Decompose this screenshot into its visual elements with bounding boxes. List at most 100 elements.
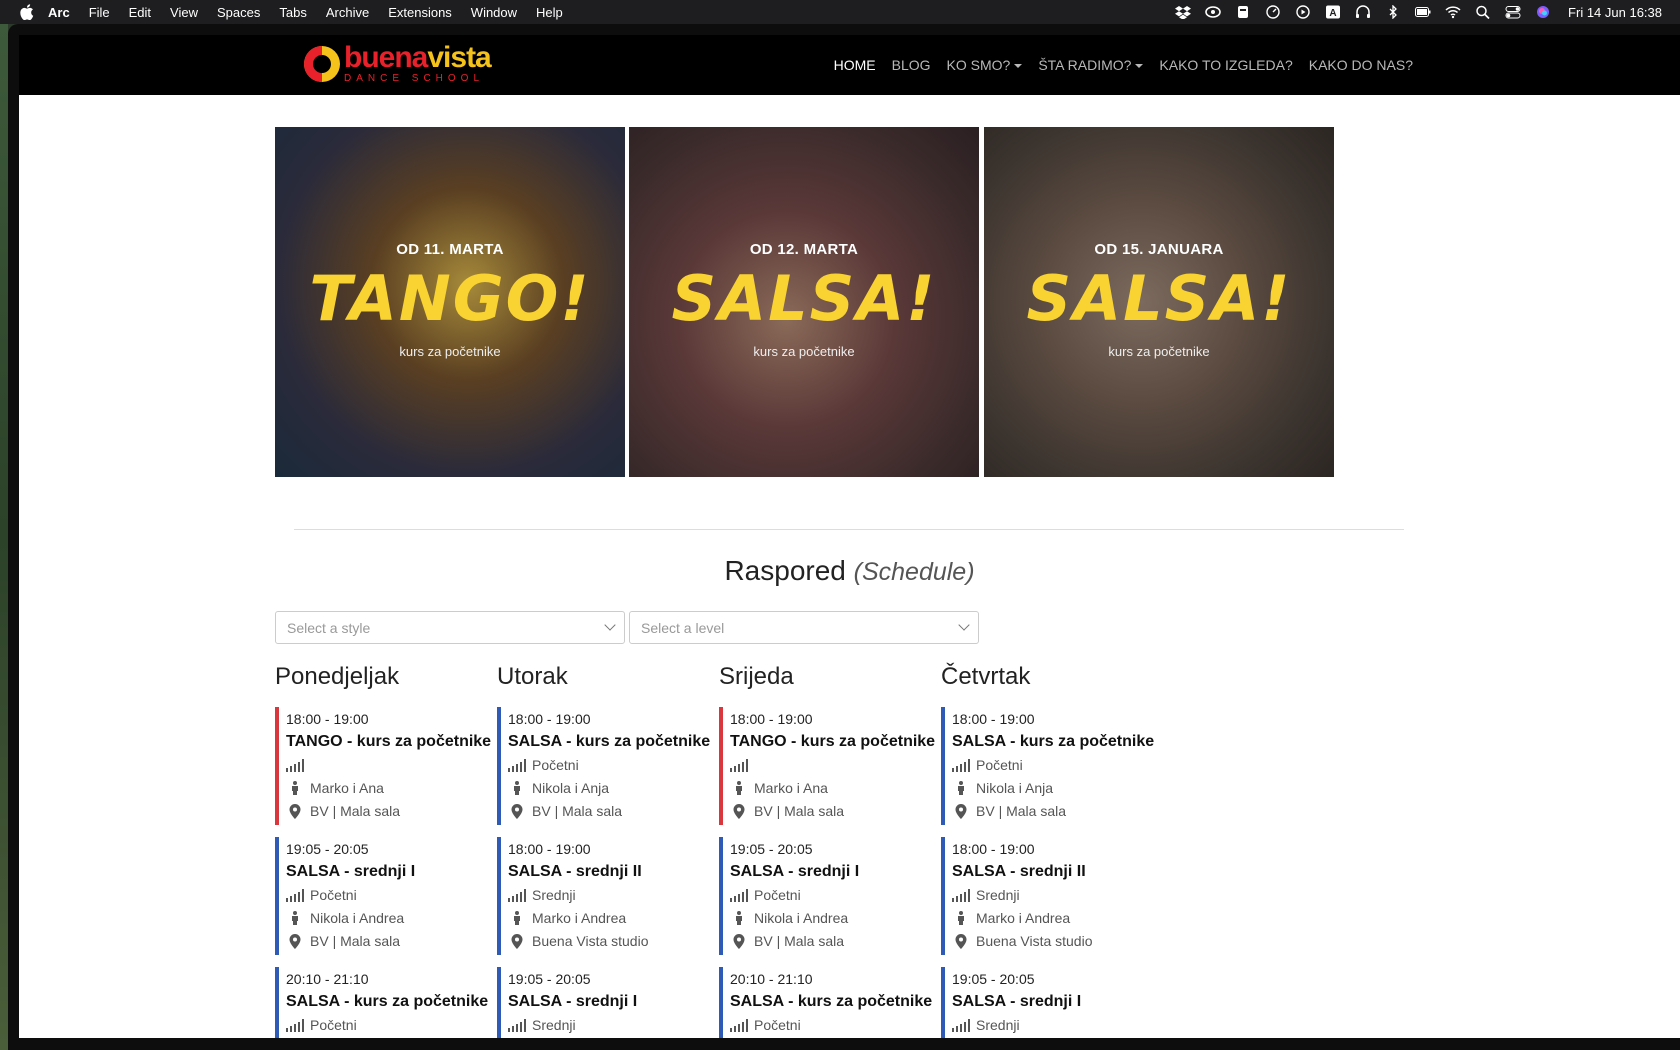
slot-level: Početni [730,886,944,904]
class-slot[interactable]: 19:05 - 20:05 SALSA - srednji I Početni Nik… [275,837,500,955]
slot-location: BV | Mala sala [730,932,944,950]
slot-teachers-text: Nikola i Andrea [310,910,405,926]
slot-name: SALSA - srednji I [952,993,1082,1010]
class-slot[interactable]: 18:00 - 19:00 TANGO - kurs za početnike Ma… [275,707,500,825]
nav-link-blog[interactable]: BLOG [892,57,931,73]
slot-teachers-text: Marko i Ana [754,780,828,796]
bluetooth-icon[interactable] [1378,0,1408,24]
site-logo[interactable]: buenavista DANCE SCHOOL [304,43,492,84]
slot-time: 19:05 - 20:05 [952,971,1035,987]
slot-name: SALSA - srednji I [286,863,416,880]
menu-item-help[interactable]: Help [536,5,563,20]
class-slot[interactable]: 18:00 - 19:00 SALSA - kurs za početnike Po… [941,707,1166,825]
slot-location-text: BV | Mala sala [310,803,401,819]
person-icon [952,780,970,796]
menu-item-extensions[interactable]: Extensions [388,5,452,20]
slot-level-text: Početni [310,1017,357,1033]
app-icon[interactable] [1228,0,1258,24]
menu-item-archive[interactable]: Archive [326,5,369,20]
menu-item-tabs[interactable]: Tabs [279,5,306,20]
control-center-icon[interactable] [1498,0,1528,24]
nav-link-ko-smo[interactable]: KO SMO? [947,57,1023,73]
style-select[interactable]: Select a style [275,611,625,644]
class-slot[interactable]: 19:05 - 20:05 SALSA - srednji I Srednji [941,967,1166,1038]
slot-time: 20:10 - 21:10 [730,971,813,987]
wifi-icon[interactable] [1438,0,1468,24]
person-icon [508,780,526,796]
banner-date: OD 15. JANUARA [1094,241,1224,258]
slot-level [730,756,944,774]
level-bars-icon [286,887,304,903]
siri-icon[interactable] [1528,0,1558,24]
course-banner[interactable]: OD 11. MARTA TANGO! kurs za početnike [275,127,625,477]
slot-location-text: BV | Mala sala [754,933,845,949]
banner-subtitle: kurs za početnike [399,344,501,359]
menu-app-name[interactable]: Arc [48,5,70,20]
class-slot[interactable]: 19:05 - 20:05 SALSA - srednji I Početni Nik… [719,837,944,955]
slot-location-text: BV | Mala sala [754,803,845,819]
nav-link-home[interactable]: HOME [834,57,876,73]
level-bars-icon [730,757,748,773]
nav-link-label: HOME [833,57,876,73]
slot-location-text: Buena Vista studio [532,933,649,949]
menu-item-view[interactable]: View [170,5,198,20]
apple-icon[interactable] [20,4,34,20]
location-pin-icon [730,803,748,819]
level-bars-icon [952,757,970,773]
battery-icon[interactable] [1408,0,1438,24]
course-banner[interactable]: OD 12. MARTA SALSA! kurs za početnike [629,127,979,477]
section-divider [294,529,1404,530]
slot-level [286,756,500,774]
class-slot[interactable]: 18:00 - 19:00 SALSA - kurs za početnike Po… [497,707,722,825]
keyboard-a-icon[interactable]: A [1318,0,1348,24]
slot-level-text: Početni [532,757,579,773]
slot-time: 18:00 - 19:00 [508,841,591,857]
person-icon [730,910,748,926]
class-slot[interactable]: 18:00 - 19:00 SALSA - srednji II Srednji Ma… [497,837,722,955]
location-pin-icon [286,933,304,949]
timer-icon[interactable] [1258,0,1288,24]
logo-subtitle: DANCE SCHOOL [344,73,485,84]
status-area: A Fri 14 Jun 16:38 [1168,0,1662,24]
slot-name: TANGO - kurs za početnike [730,733,936,750]
menu-item-file[interactable]: File [89,5,110,20]
menu-clock[interactable]: Fri 14 Jun 16:38 [1568,5,1662,20]
location-pin-icon [730,933,748,949]
svg-text:A: A [1329,8,1336,19]
level-select[interactable]: Select a level [629,611,979,644]
menu-item-spaces[interactable]: Spaces [217,5,260,20]
class-slot[interactable]: 18:00 - 19:00 TANGO - kurs za početnike Ma… [719,707,944,825]
schedule-title-text: Raspored [724,555,846,586]
slot-level: Srednji [952,1016,1166,1034]
slot-time: 19:05 - 20:05 [286,841,369,857]
banner-title: TANGO! [309,262,591,335]
nav-link-kako-do-nas[interactable]: KAKO DO NAS? [1309,57,1413,73]
creative-cloud-icon[interactable] [1198,0,1228,24]
menu-item-window[interactable]: Window [471,5,517,20]
menu-item-edit[interactable]: Edit [129,5,151,20]
nav-link-kako-to-izgleda[interactable]: KAKO TO IZGLEDA? [1159,57,1292,73]
nav-link-šta-radimo[interactable]: ŠTA RADIMO? [1038,57,1144,73]
class-slot[interactable]: 20:10 - 21:10 SALSA - kurs za početnike Po… [275,967,500,1038]
level-bars-icon [730,887,748,903]
slot-teachers: Nikola i Andrea [286,909,500,927]
headphones-icon[interactable] [1348,0,1378,24]
class-slot[interactable]: 19:05 - 20:05 SALSA - srednji I Srednji [497,967,722,1038]
slot-level: Srednji [952,886,1166,904]
banner-date: OD 12. MARTA [749,241,859,258]
site-navbar: buenavista DANCE SCHOOL HOME BLOG KO SMO? Š… [19,35,1680,95]
slot-location: BV | Mala sala [730,802,944,820]
course-banner[interactable]: OD 15. JANUARA SALSA! kurs za početnike [984,127,1334,477]
slot-time: 18:00 - 19:00 [952,841,1035,857]
dropbox-icon[interactable] [1168,0,1198,24]
day-heading: Utorak [497,663,568,690]
search-icon[interactable] [1468,0,1498,24]
slot-teachers-text: Marko i Ana [310,780,384,796]
level-bars-icon [508,887,526,903]
play-icon[interactable] [1288,0,1318,24]
slot-name: SALSA - kurs za početnike [730,993,933,1010]
location-pin-icon [508,933,526,949]
slot-location-text: BV | Mala sala [532,803,623,819]
class-slot[interactable]: 20:10 - 21:10 SALSA - kurs za početnike Po… [719,967,944,1038]
class-slot[interactable]: 18:00 - 19:00 SALSA - srednji II Srednji Ma… [941,837,1166,955]
